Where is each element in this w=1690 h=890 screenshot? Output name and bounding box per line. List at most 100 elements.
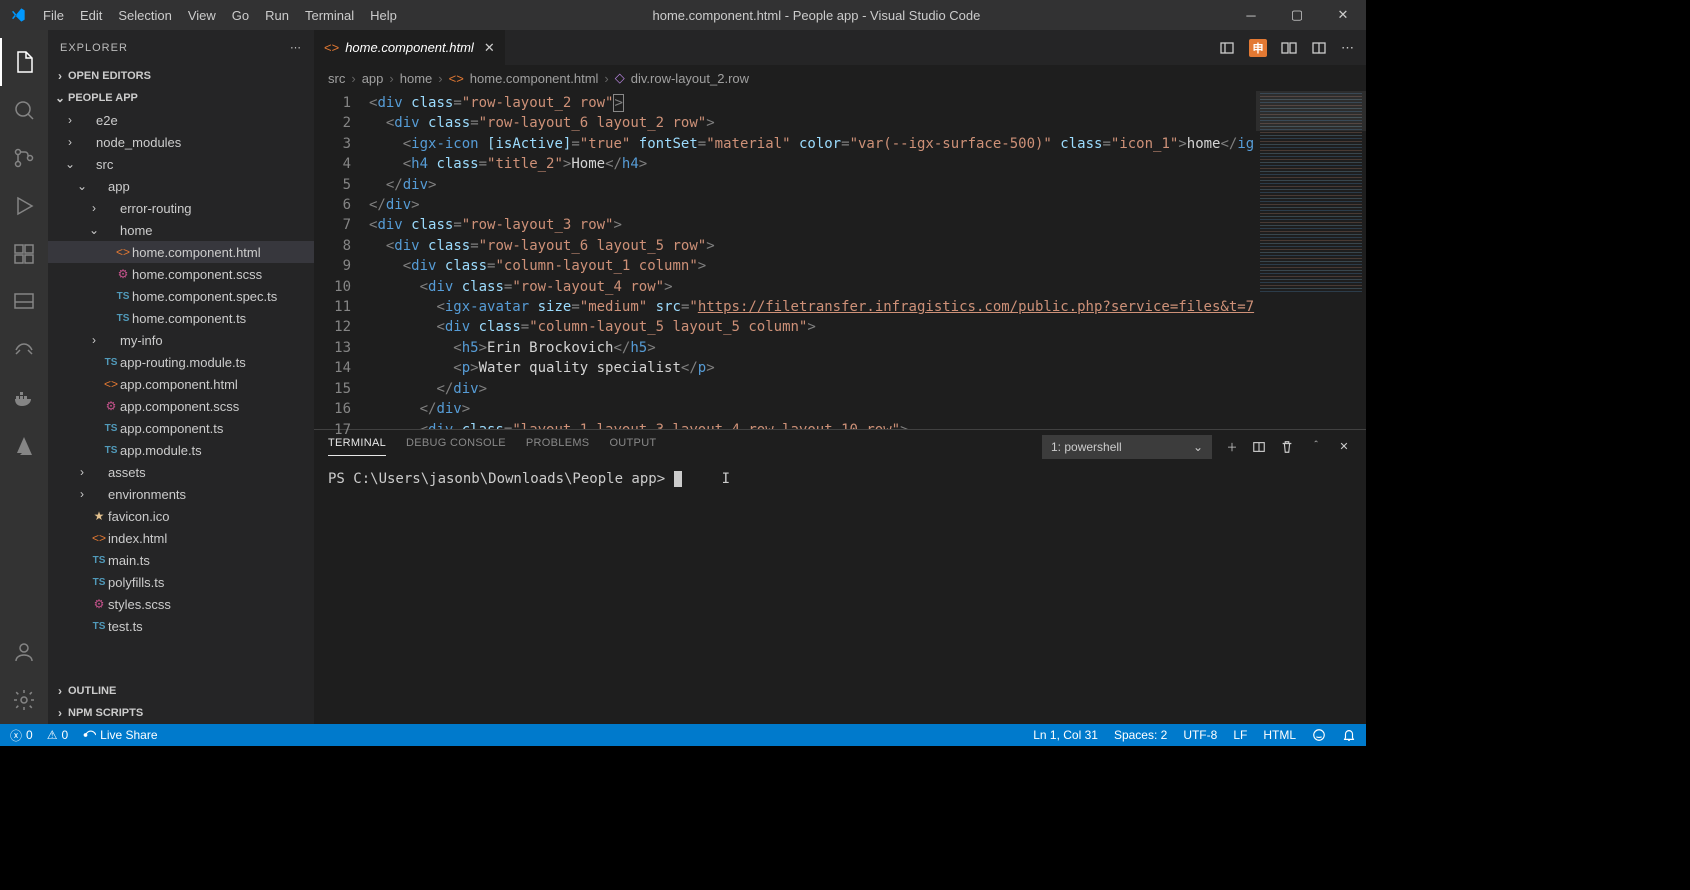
folder-src[interactable]: ⌄src bbox=[48, 153, 314, 175]
folder-app[interactable]: ⌄app bbox=[48, 175, 314, 197]
scss-icon: ⚙ bbox=[102, 399, 120, 413]
folder-home[interactable]: ⌄home bbox=[48, 219, 314, 241]
azure-icon[interactable] bbox=[0, 422, 48, 470]
breadcrumb-item[interactable]: home.component.html bbox=[470, 71, 599, 86]
activity-bar bbox=[0, 30, 48, 724]
kill-terminal-icon[interactable] bbox=[1280, 440, 1296, 454]
search-icon[interactable] bbox=[0, 86, 48, 134]
terminal-selector[interactable]: 1: powershell ⌄ bbox=[1042, 435, 1212, 459]
new-terminal-icon[interactable]: ＋ bbox=[1224, 439, 1240, 455]
share-icon[interactable] bbox=[0, 326, 48, 374]
breadcrumb-item[interactable]: home bbox=[400, 71, 433, 86]
file-home-component-html[interactable]: <>home.component.html bbox=[48, 241, 314, 263]
file-index-html[interactable]: <>index.html bbox=[48, 527, 314, 549]
status-errors[interactable]: ⓧ 0 bbox=[10, 727, 33, 744]
run-debug-icon[interactable] bbox=[0, 182, 48, 230]
tree-label: main.ts bbox=[108, 553, 150, 568]
breadcrumb-item[interactable]: src bbox=[328, 71, 345, 86]
minimap-slider[interactable] bbox=[1256, 91, 1366, 131]
explorer-sidebar: EXPLORER ⋯ ›OPEN EDITORS ⌄PEOPLE APP ›e2… bbox=[48, 30, 314, 724]
file-home-component-spec-ts[interactable]: TShome.component.spec.ts bbox=[48, 285, 314, 307]
terminal-content[interactable]: PS C:\Users\jasonb\Downloads\People app>… bbox=[314, 463, 1366, 724]
project-section[interactable]: ⌄PEOPLE APP bbox=[48, 87, 314, 109]
split-editor-icon[interactable] bbox=[1311, 40, 1327, 56]
menu-selection[interactable]: Selection bbox=[110, 8, 179, 23]
sidebar-header: EXPLORER ⋯ bbox=[48, 30, 314, 65]
file-app-module-ts[interactable]: TSapp.module.ts bbox=[48, 439, 314, 461]
panel-tab-output[interactable]: OUTPUT bbox=[609, 437, 656, 456]
folder-my-info[interactable]: ›my-info bbox=[48, 329, 314, 351]
folder-node_modules[interactable]: ›node_modules bbox=[48, 131, 314, 153]
file-main-ts[interactable]: TSmain.ts bbox=[48, 549, 314, 571]
settings-gear-icon[interactable] bbox=[0, 676, 48, 724]
folder-assets[interactable]: ›assets bbox=[48, 461, 314, 483]
maximize-panel-icon[interactable]: ＾ bbox=[1308, 439, 1324, 455]
more-actions-icon[interactable]: ⋯ bbox=[1341, 40, 1354, 56]
tab-close-icon[interactable]: ✕ bbox=[484, 40, 495, 56]
breadcrumb-item[interactable]: div.row-layout_2.row bbox=[631, 71, 749, 86]
docker-icon[interactable] bbox=[0, 374, 48, 422]
html-file-icon: <> bbox=[324, 40, 339, 55]
tree-label: home.component.html bbox=[132, 245, 261, 260]
tree-label: styles.scss bbox=[108, 597, 171, 612]
menu-view[interactable]: View bbox=[180, 8, 224, 23]
status-spaces[interactable]: Spaces: 2 bbox=[1114, 728, 1167, 742]
minimap[interactable] bbox=[1256, 91, 1366, 429]
breadcrumb-item[interactable]: app bbox=[362, 71, 384, 86]
status-live-share[interactable]: Live Share bbox=[82, 728, 157, 742]
sidebar-more-icon[interactable]: ⋯ bbox=[290, 41, 302, 54]
file-app-routing-module-ts[interactable]: TSapp-routing.module.ts bbox=[48, 351, 314, 373]
action-badge-icon[interactable]: 申 bbox=[1249, 39, 1267, 57]
file-home-component-ts[interactable]: TShome.component.ts bbox=[48, 307, 314, 329]
tab-home-component[interactable]: <> home.component.html ✕ bbox=[314, 30, 506, 65]
menu-terminal[interactable]: Terminal bbox=[297, 8, 362, 23]
panel-tab-debug-console[interactable]: DEBUG CONSOLE bbox=[406, 437, 506, 456]
maximize-button[interactable]: ▢ bbox=[1274, 0, 1320, 30]
split-terminal-icon[interactable] bbox=[1252, 440, 1268, 454]
file-favicon-ico[interactable]: ★favicon.ico bbox=[48, 505, 314, 527]
status-feedback-icon[interactable] bbox=[1312, 728, 1326, 742]
layout-icon[interactable] bbox=[0, 278, 48, 326]
text-cursor-icon: I bbox=[722, 471, 730, 487]
action-icon[interactable] bbox=[1219, 40, 1235, 56]
status-language[interactable]: HTML bbox=[1263, 728, 1296, 742]
titlebar: FileEditSelectionViewGoRunTerminalHelp h… bbox=[0, 0, 1366, 30]
diff-icon[interactable] bbox=[1281, 40, 1297, 56]
file-styles-scss[interactable]: ⚙styles.scss bbox=[48, 593, 314, 615]
status-position[interactable]: Ln 1, Col 31 bbox=[1033, 728, 1098, 742]
file-app-component-html[interactable]: <>app.component.html bbox=[48, 373, 314, 395]
menu-edit[interactable]: Edit bbox=[72, 8, 110, 23]
code-area[interactable]: 1234567891011121314151617 <div class="ro… bbox=[314, 91, 1366, 429]
extensions-icon[interactable] bbox=[0, 230, 48, 278]
code-content[interactable]: <div class="row-layout_2 row"> <div clas… bbox=[369, 91, 1256, 429]
file-home-component-scss[interactable]: ⚙home.component.scss bbox=[48, 263, 314, 285]
breadcrumbs[interactable]: src›app›home›<>home.component.html›◇div.… bbox=[314, 65, 1366, 91]
menu-help[interactable]: Help bbox=[362, 8, 405, 23]
file-app-component-ts[interactable]: TSapp.component.ts bbox=[48, 417, 314, 439]
file-polyfills-ts[interactable]: TSpolyfills.ts bbox=[48, 571, 314, 593]
status-bell-icon[interactable] bbox=[1342, 728, 1356, 742]
menu-file[interactable]: File bbox=[35, 8, 72, 23]
open-editors-section[interactable]: ›OPEN EDITORS bbox=[48, 65, 314, 87]
account-icon[interactable] bbox=[0, 628, 48, 676]
twisty-icon: ⌄ bbox=[86, 223, 102, 237]
close-panel-icon[interactable]: ✕ bbox=[1336, 440, 1352, 453]
ts-icon: TS bbox=[114, 313, 132, 324]
npm-scripts-section[interactable]: ›NPM SCRIPTS bbox=[48, 702, 314, 724]
status-encoding[interactable]: UTF-8 bbox=[1183, 728, 1217, 742]
explorer-icon[interactable] bbox=[0, 38, 48, 86]
panel-tab-problems[interactable]: PROBLEMS bbox=[526, 437, 590, 456]
minimize-button[interactable]: ─ bbox=[1228, 0, 1274, 30]
file-test-ts[interactable]: TStest.ts bbox=[48, 615, 314, 637]
status-warnings[interactable]: ⚠ 0 bbox=[47, 728, 68, 742]
file-app-component-scss[interactable]: ⚙app.component.scss bbox=[48, 395, 314, 417]
status-eol[interactable]: LF bbox=[1233, 728, 1247, 742]
folder-error-routing[interactable]: ›error-routing bbox=[48, 197, 314, 219]
folder-e2e[interactable]: ›e2e bbox=[48, 109, 314, 131]
menu-go[interactable]: Go bbox=[224, 8, 257, 23]
folder-environments[interactable]: ›environments bbox=[48, 483, 314, 505]
menu-run[interactable]: Run bbox=[257, 8, 297, 23]
close-button[interactable]: ✕ bbox=[1320, 0, 1366, 30]
source-control-icon[interactable] bbox=[0, 134, 48, 182]
outline-section[interactable]: ›OUTLINE bbox=[48, 680, 314, 702]
